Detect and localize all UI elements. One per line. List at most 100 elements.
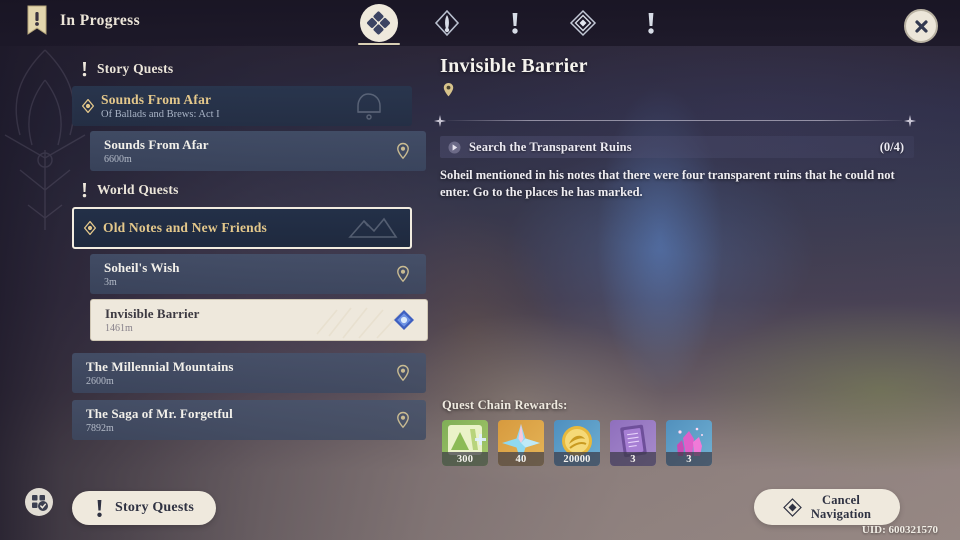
quest-chain-artwork [357,93,381,120]
archon-quest-icon [569,9,597,37]
quest-objective-count: (0/4) [879,139,904,154]
pin-icon [443,83,454,97]
story-quests-button-label: Story Quests [114,500,194,515]
exclamation-icon [82,61,87,76]
reward-adventure-exp[interactable]: 300 [442,420,488,466]
reward-quantity: 3 [610,452,656,466]
quest-chain-sounds-from-afar[interactable]: Sounds From Afar Of Ballads and Brews: A… [72,86,412,126]
story-quests-button[interactable]: Story Quests [72,491,216,525]
tab-world-quests[interactable] [491,2,539,44]
quest-entry-texts: The Saga of Mr. Forgetful 7892m [86,406,233,434]
cancel-navigation-line1: Cancel [822,493,860,507]
quest-entry-title: The Millennial Mountains [86,359,234,374]
quest-entry-texts: The Millennial Mountains 2600m [86,359,234,387]
rewards-row: 300 40 20000 3 3 [442,420,712,466]
section-header-story-quests: Story Quests [80,58,412,80]
reward-mystic-ore[interactable]: 3 [666,420,712,466]
quest-detail-pin [442,82,910,103]
divider-sparkle-right-icon [904,115,916,127]
tab-all-quests[interactable] [355,2,403,45]
reward-quantity: 3 [666,452,712,466]
quest-entry-marker[interactable] [392,362,414,384]
close-button[interactable] [904,9,938,43]
quest-tracker-button[interactable] [25,488,53,516]
quest-menu-screen: In Progress Story Quests Sounds From Afa… [0,0,960,540]
quest-entry-texts: Invisible Barrier 1461m [105,306,200,334]
quest-chain-title: Sounds From Afar [101,92,212,107]
quest-entry-title: Soheil's Wish [104,260,180,275]
quest-entry-marker[interactable] [392,263,414,285]
exclamation-icon [82,182,87,197]
quest-entry-distance: 7892m [86,423,114,434]
reward-quantity: 300 [442,452,488,466]
quest-objective-label: Search the Transparent Ruins [469,139,632,154]
quest-entry-soheils-wish[interactable]: Soheil's Wish 3m [90,254,426,294]
exclamation-alt-icon [648,13,654,34]
reward-mora[interactable]: 20000 [554,420,600,466]
quest-description: Soheil mentioned in his notes that there… [440,168,895,199]
tab-archon-quests[interactable] [559,2,607,44]
quest-entry-title: Invisible Barrier [105,306,200,321]
cancel-navigation-label-group: Cancel Navigation [811,493,871,521]
pin-icon [397,364,409,382]
uid-label: UID: 600321570 [861,524,938,536]
quest-diamond-icon [82,99,94,113]
quest-entry-invisible-barrier[interactable]: Invisible Barrier 1461m [90,299,428,341]
cancel-navigation-button[interactable]: Cancel Navigation [754,489,900,525]
quest-chain-artwork [348,217,398,238]
quest-diamond-icon [84,221,96,235]
four-diamonds-icon [367,11,390,35]
quest-entry-title: The Saga of Mr. Forgetful [86,406,233,421]
tab-other-quests-disc [632,4,670,42]
quest-objective-row[interactable]: Search the Transparent Ruins (0/4) [440,136,914,158]
quest-entry-marker[interactable] [392,409,414,431]
quest-entry-texts: Sounds From Afar 6600m [104,137,209,165]
navigation-diamond-icon [394,310,414,330]
cancel-navigation-line2: Navigation [810,507,872,521]
rewards-label: Quest Chain Rewards: [442,398,568,412]
quest-entry-distance: 6600m [104,154,132,165]
quest-entry-texts: Soheil's Wish 3m [104,260,180,288]
pin-icon [397,142,409,160]
quest-detail-title: Invisible Barrier [440,55,588,77]
section-label: World Quests [97,182,179,197]
quest-type-tabs [355,2,675,45]
reward-primogem[interactable]: 40 [498,420,544,466]
tab-story-quests-disc [428,4,466,42]
section-header-world-quests: World Quests [80,179,412,201]
quest-entry-distance: 3m [104,277,117,288]
navigation-diamond-icon [782,497,802,517]
quest-chain-texts: Sounds From Afar Of Ballads and Brews: A… [101,92,220,120]
quest-entry-the-millennial-mountains[interactable]: The Millennial Mountains 2600m [72,353,426,393]
quest-entry-distance: 1461m [105,323,133,334]
quest-chain-title: Old Notes and New Friends [103,220,268,235]
divider-line [448,120,902,121]
quest-entry-the-saga-of-mr-forgetful[interactable]: The Saga of Mr. Forgetful 7892m [72,400,426,440]
quest-entry-title: Sounds From Afar [104,137,209,152]
tab-story-quests[interactable] [423,2,471,44]
reward-quantity: 40 [498,452,544,466]
quest-list: Story Quests Sounds From Afar Of Ballads… [72,55,428,455]
quest-entry-sounds-from-afar[interactable]: Sounds From Afar 6600m [90,131,426,171]
section-label: Story Quests [97,61,174,76]
quest-chain-old-notes-and-new-friends[interactable]: Old Notes and New Friends [72,207,412,249]
quest-entry-distance: 2600m [86,376,114,387]
story-quest-icon [434,9,460,37]
tab-world-quests-disc [496,4,534,42]
quest-banner-icon [27,5,47,35]
quest-chain-subtitle: Of Ballads and Brews: Act I [101,109,220,120]
pin-icon [397,265,409,283]
quest-entry-marker[interactable] [392,140,414,162]
arrow-right-icon [448,141,461,153]
quest-entry-marker[interactable] [393,309,415,331]
tab-other-quests[interactable] [627,2,675,44]
tab-all-quests-disc [360,4,398,42]
page-title-group: In Progress [26,4,140,38]
pin-icon [397,411,409,429]
divider-sparkle-left-icon [434,115,446,127]
reward-heros-wit[interactable]: 3 [610,420,656,466]
detail-divider [434,115,916,127]
page-title: In Progress [60,12,141,29]
tab-archon-quests-disc [564,4,602,42]
reward-quantity: 20000 [554,452,600,466]
